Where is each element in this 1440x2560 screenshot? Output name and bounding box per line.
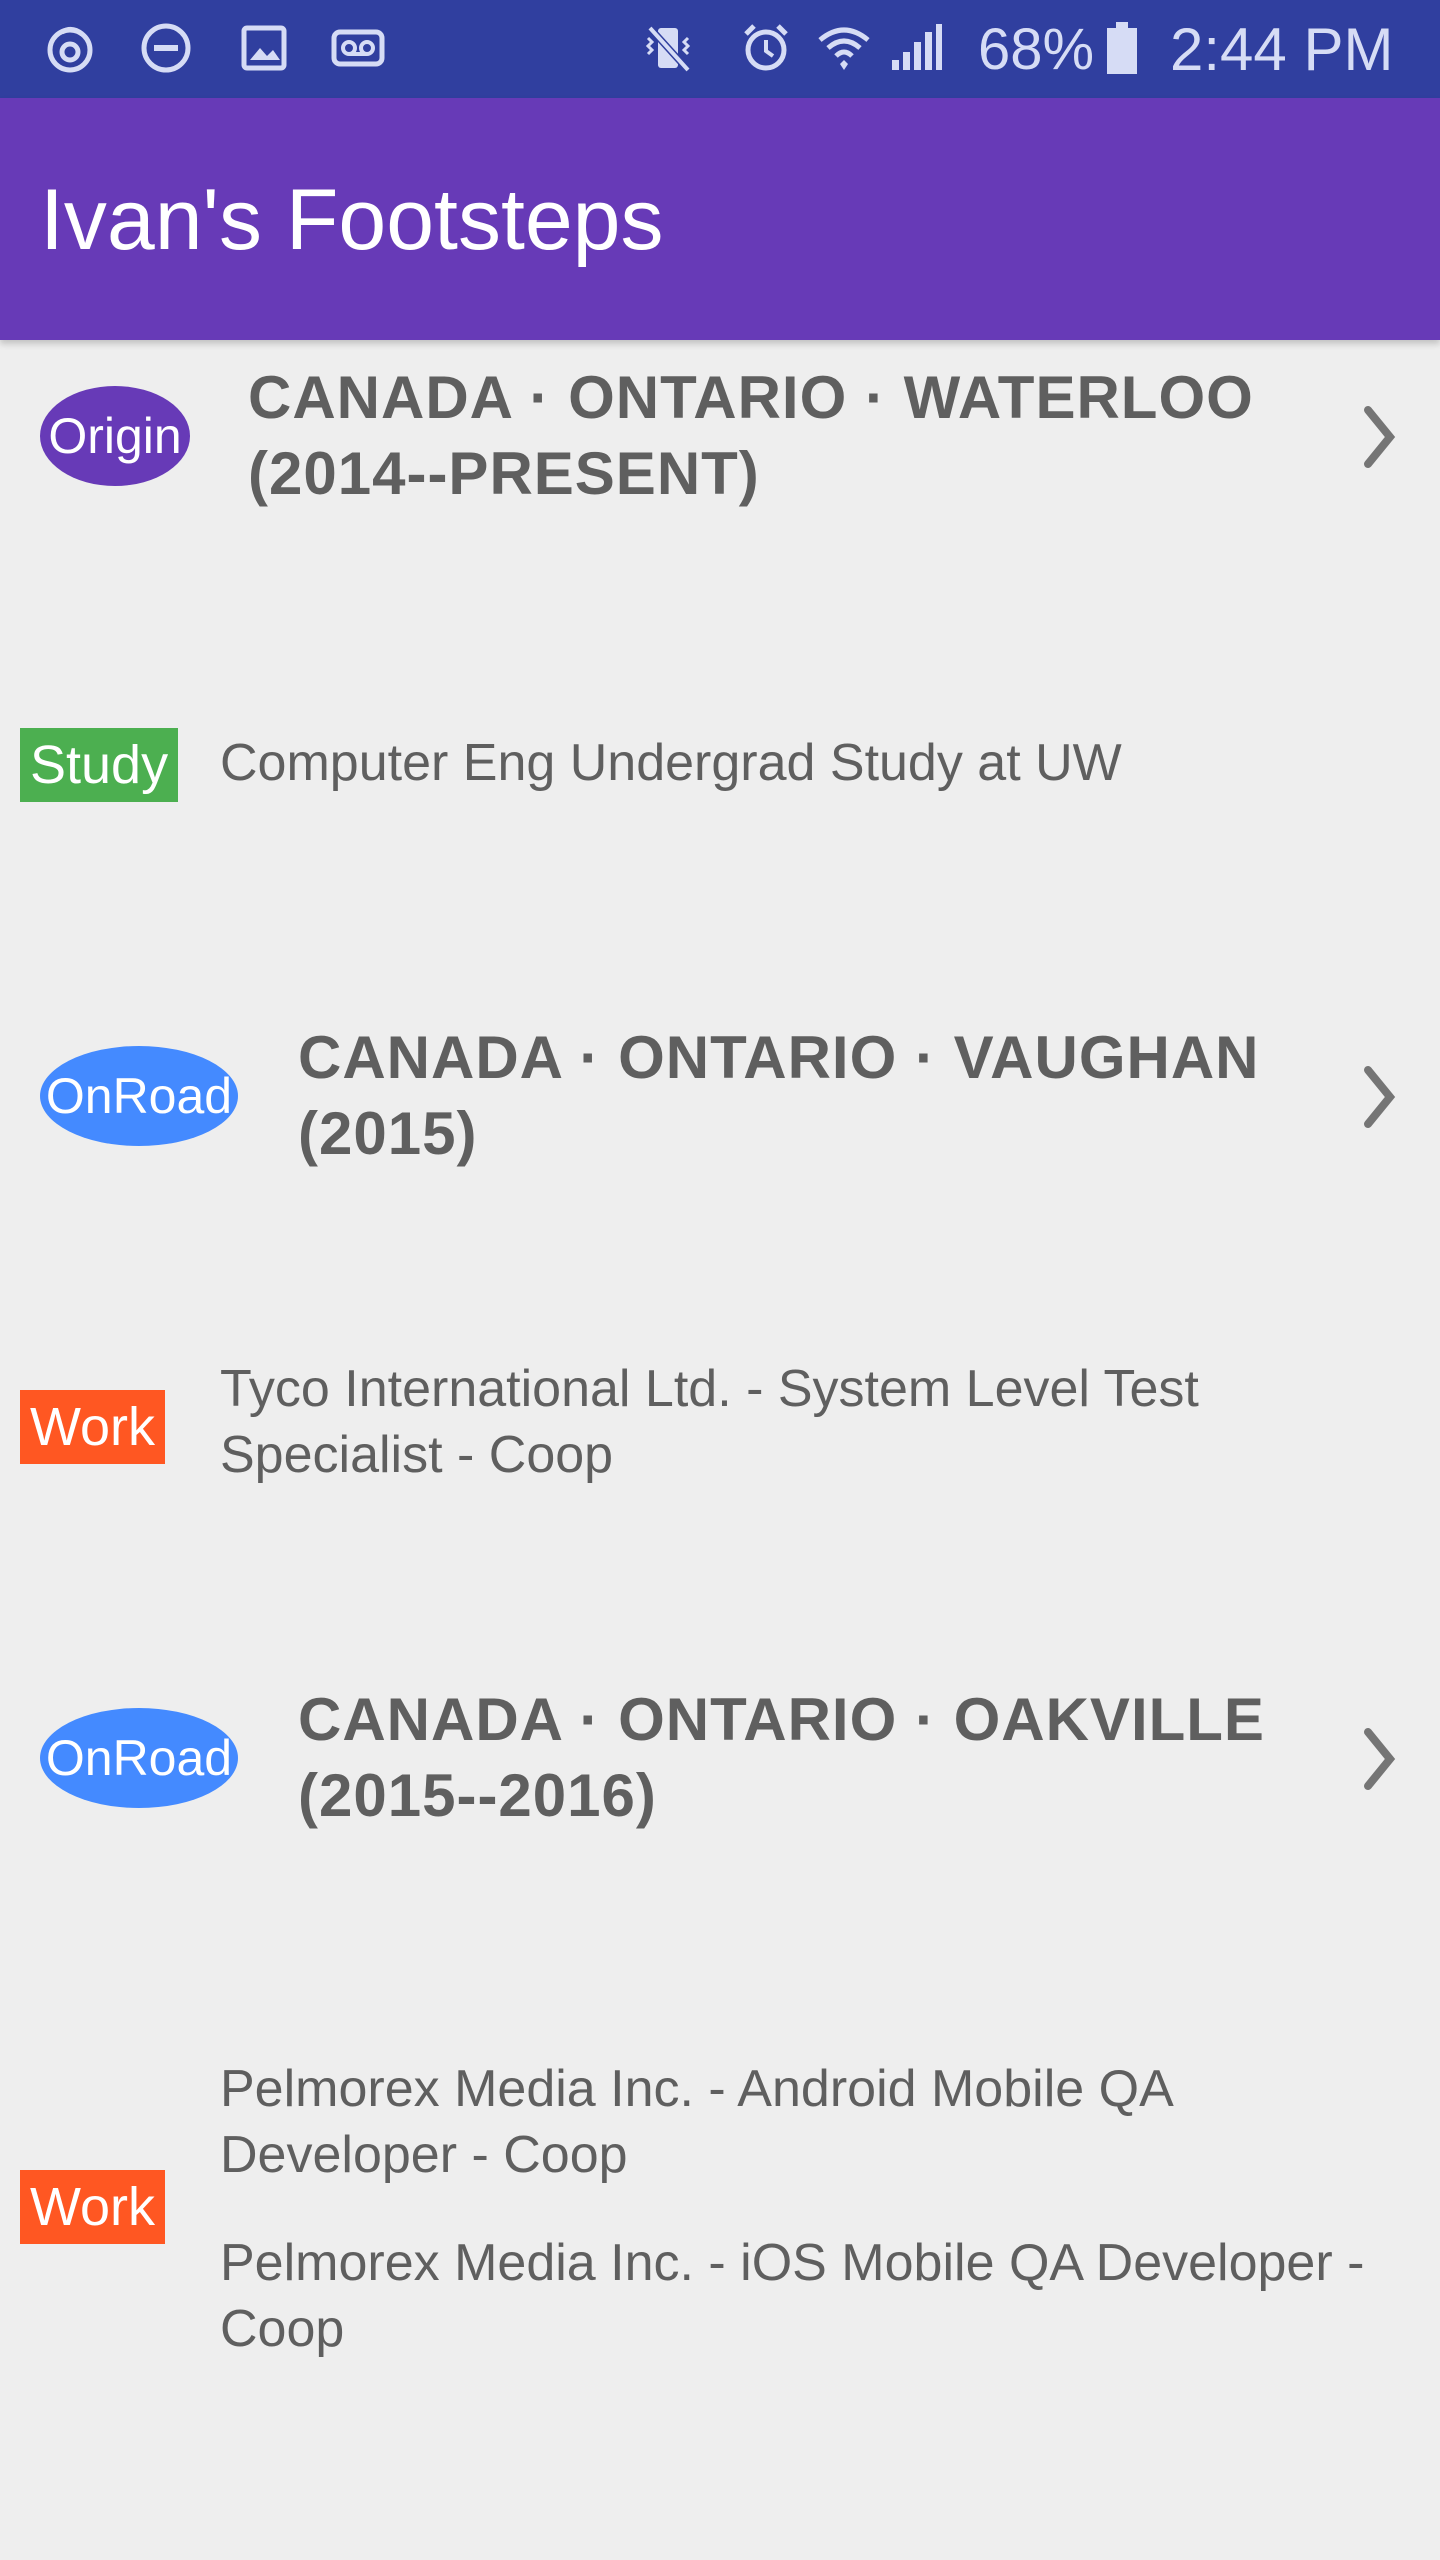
location-name: CANADA · ONTARIO · OAKVILLE <box>298 1686 1265 1753</box>
status-bar: 68% 2:44 PM <box>0 0 1440 98</box>
signal-icon <box>888 20 944 76</box>
battery-percent: 68% <box>978 17 1095 82</box>
location-title: CANADA · ONTARIO · WATERLOO (2014--PRESE… <box>248 360 1328 512</box>
location-name: CANADA · ONTARIO · WATERLOO <box>248 364 1254 431</box>
activity-description: Pelmorex Media Inc. - iOS Mobile QA Deve… <box>220 2234 1365 2358</box>
vibrate-mute-icon <box>640 20 696 76</box>
work-tag: Work <box>20 1390 166 1464</box>
location-title: CANADA · ONTARIO · VAUGHAN (2015) <box>298 1020 1338 1172</box>
wifi-icon <box>816 20 872 76</box>
list-item-activity-work-tyco[interactable]: Work Tyco International Ltd. - System Le… <box>0 1350 1440 1530</box>
list-item-location-oakville[interactable]: OnRoad CANADA · ONTARIO · OAKVILLE (2015… <box>0 1662 1440 1922</box>
location-years: (2015--2016) <box>298 1762 657 1829</box>
list-item-activity-study[interactable]: Study Computer Eng Undergrad Study at UW <box>0 700 1440 840</box>
chevron-right-icon[interactable] <box>1360 1062 1400 1132</box>
activity-description: Computer Eng Undergrad Study at UW <box>220 734 1122 792</box>
location-title: CANADA · ONTARIO · OAKVILLE (2015--2016) <box>298 1682 1338 1834</box>
activity-description: Tyco International Ltd. - System Level T… <box>220 1360 1199 1484</box>
location-years: (2014--PRESENT) <box>248 440 760 507</box>
voicemail-icon <box>330 20 386 76</box>
activity-description: Pelmorex Media Inc. - Android Mobile QA … <box>220 2060 1171 2184</box>
do-not-disturb-icon <box>138 20 194 76</box>
list-item-location-vaughan[interactable]: OnRoad CANADA · ONTARIO · VAUGHAN (2015) <box>0 1000 1440 1260</box>
app-bar: Ivan's Footsteps <box>0 98 1440 340</box>
location-name: CANADA · ONTARIO · VAUGHAN <box>298 1024 1260 1091</box>
chevron-right-icon[interactable] <box>1360 402 1400 472</box>
clock-time: 2:44 PM <box>1170 16 1394 83</box>
image-icon <box>236 20 292 76</box>
alarm-icon <box>738 20 794 76</box>
notification-swirl-icon <box>42 20 98 76</box>
list-item-activity-work-pelmorex[interactable]: Work Pelmorex Media Inc. - Android Mobil… <box>0 2040 1440 2380</box>
chevron-right-icon[interactable] <box>1360 1724 1400 1794</box>
app-title: Ivan's Footsteps <box>40 172 664 268</box>
onroad-badge: OnRoad <box>40 1708 238 1808</box>
location-years: (2015) <box>298 1100 478 1167</box>
onroad-badge: OnRoad <box>40 1046 238 1146</box>
work-tag: Work <box>20 2170 166 2244</box>
list-item-location-waterloo[interactable]: Origin CANADA · ONTARIO · WATERLOO (2014… <box>0 340 1440 610</box>
study-tag: Study <box>20 728 179 802</box>
origin-badge: Origin <box>40 386 190 486</box>
battery-icon <box>1104 20 1140 76</box>
